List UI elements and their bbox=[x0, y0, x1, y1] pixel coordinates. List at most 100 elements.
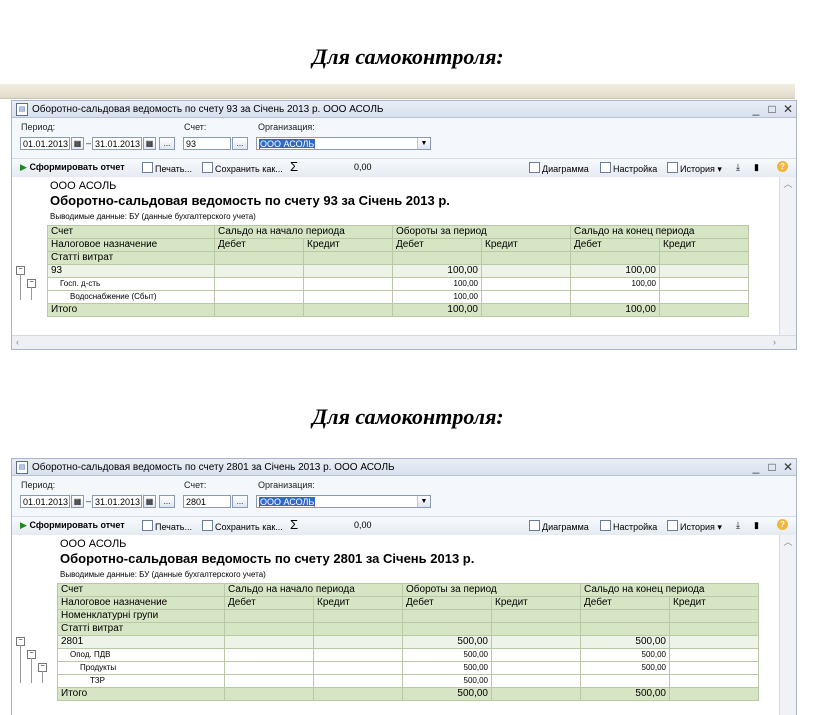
table-row[interactable]: Водоснабжение (Сбыт) 100,00 bbox=[47, 290, 749, 304]
history-button[interactable]: История ▾ bbox=[667, 162, 722, 175]
calendar-icon[interactable]: ▦ bbox=[143, 495, 156, 508]
period-select-button[interactable]: ... bbox=[159, 137, 175, 150]
vertical-scrollbar[interactable]: ︿ bbox=[779, 535, 796, 715]
close-icon[interactable]: ✕ bbox=[780, 102, 796, 116]
calendar-icon[interactable]: ▦ bbox=[71, 137, 84, 150]
column-header: Статті витрат bbox=[47, 251, 215, 265]
column-header: Дебет bbox=[214, 238, 304, 252]
flag-icon[interactable]: ▮ bbox=[754, 162, 759, 173]
help-icon[interactable]: ? bbox=[777, 161, 788, 172]
settings-button[interactable]: Настройка bbox=[600, 520, 657, 532]
table-header-row: Налоговое назначение Дебет Кредит Дебет … bbox=[47, 238, 749, 252]
total-label: Итого bbox=[47, 303, 215, 317]
tree-line bbox=[20, 645, 21, 683]
scroll-right-icon[interactable]: › bbox=[773, 337, 776, 347]
report-window-2801: ▤ Оборотно-сальдовая ведомость по счету … bbox=[11, 458, 797, 715]
diagram-button[interactable]: Диаграмма bbox=[529, 162, 589, 174]
pin-icon[interactable]: ⤓ bbox=[736, 520, 740, 531]
floppy-disk-icon bbox=[202, 520, 213, 531]
organization-value: ООО АСОЛЬ bbox=[259, 497, 316, 507]
column-header: Кредит bbox=[669, 596, 759, 610]
account-field[interactable]: 93 bbox=[183, 137, 231, 150]
diagram-button[interactable]: Диаграмма bbox=[529, 520, 589, 532]
column-header: Налоговое назначение bbox=[57, 596, 225, 610]
account-field[interactable]: 2801 bbox=[183, 495, 231, 508]
calendar-icon[interactable]: ▦ bbox=[143, 137, 156, 150]
generate-report-button[interactable]: ▶ Сформировать отчет bbox=[20, 162, 125, 173]
period-label: Период: bbox=[21, 480, 56, 490]
window-title: Оборотно-сальдовая ведомость по счету 28… bbox=[32, 461, 395, 473]
calendar-icon[interactable]: ▦ bbox=[71, 495, 84, 508]
table-row[interactable]: Опод. ПДВ 500,00 500,00 bbox=[57, 648, 759, 662]
turnover-debit: 500,00 bbox=[402, 648, 492, 662]
date-to-field[interactable]: 31.01.2013 bbox=[92, 495, 142, 508]
account-label: Счет: bbox=[184, 122, 207, 132]
column-header: Счет bbox=[57, 583, 225, 597]
date-to-field[interactable]: 31.01.2013 bbox=[92, 137, 142, 150]
table-row[interactable]: Продукты 500,00 500,00 bbox=[57, 661, 759, 675]
sigma-icon[interactable]: Σ bbox=[290, 517, 298, 532]
scroll-up-icon[interactable]: ︿ bbox=[780, 535, 796, 548]
table-header-row: Налоговое назначение Дебет Кредит Дебет … bbox=[57, 596, 759, 610]
generate-report-button[interactable]: ▶ Сформировать отчет bbox=[20, 520, 125, 531]
row-name: ТЗР bbox=[57, 674, 225, 688]
settings-button[interactable]: Настройка bbox=[600, 162, 657, 174]
row-name: 93 bbox=[47, 264, 215, 278]
table-header-row: Номенклатурні групи bbox=[57, 609, 759, 623]
column-header: Дебет bbox=[580, 596, 670, 610]
window-title: Оборотно-сальдовая ведомость по счету 93… bbox=[32, 103, 384, 115]
print-button[interactable]: Печать... bbox=[142, 162, 192, 174]
total-closing-debit: 500,00 bbox=[580, 687, 670, 701]
maximize-icon[interactable]: □ bbox=[764, 460, 780, 474]
table-header-row: Статті витрат bbox=[47, 251, 749, 265]
minimize-icon[interactable]: _ bbox=[748, 460, 764, 474]
closing-debit bbox=[570, 290, 660, 304]
flag-icon[interactable]: ▮ bbox=[754, 520, 759, 531]
close-icon[interactable]: ✕ bbox=[780, 460, 796, 474]
maximize-icon[interactable]: □ bbox=[764, 102, 780, 116]
row-name: 2801 bbox=[57, 635, 225, 649]
row-name: Водоснабжение (Сбыт) bbox=[47, 290, 215, 304]
column-header: Счет bbox=[47, 225, 215, 239]
period-select-button[interactable]: ... bbox=[159, 495, 175, 508]
table-row[interactable]: 2801 500,00 500,00 bbox=[57, 635, 759, 649]
vertical-scrollbar[interactable]: ︿ bbox=[779, 177, 796, 335]
report-title: Оборотно-сальдовая ведомость по счету 28… bbox=[60, 551, 475, 566]
account-select-button[interactable]: ... bbox=[232, 137, 248, 150]
account-select-button[interactable]: ... bbox=[232, 495, 248, 508]
save-as-button[interactable]: Сохранить как... bbox=[202, 162, 283, 174]
turnover-debit: 500,00 bbox=[402, 661, 492, 675]
table-header-row: Счет Сальдо на начало периода Обороты за… bbox=[57, 583, 759, 597]
window-titlebar: ▤ Оборотно-сальдовая ведомость по счету … bbox=[12, 101, 796, 118]
date-from-field[interactable]: 01.01.2013 bbox=[20, 137, 70, 150]
total-turnover-debit: 100,00 bbox=[392, 303, 482, 317]
total-label: Итого bbox=[57, 687, 225, 701]
scroll-up-icon[interactable]: ︿ bbox=[780, 177, 796, 190]
report-title: Оборотно-сальдовая ведомость по счету 93… bbox=[50, 193, 450, 208]
organization-field[interactable]: ООО АСОЛЬ ▼ bbox=[256, 495, 431, 508]
organization-field[interactable]: ООО АСОЛЬ ▼ bbox=[256, 137, 431, 150]
report-table: Счет Сальдо на начало периода Обороты за… bbox=[47, 225, 749, 317]
column-header: Номенклатурні групи bbox=[57, 609, 225, 623]
sigma-icon[interactable]: Σ bbox=[290, 159, 298, 174]
history-button[interactable]: История ▾ bbox=[667, 520, 722, 533]
chevron-down-icon[interactable]: ▼ bbox=[417, 496, 430, 507]
pin-icon[interactable]: ⤓ bbox=[736, 162, 740, 173]
table-row[interactable]: ТЗР 500,00 bbox=[57, 674, 759, 688]
minimize-icon[interactable]: _ bbox=[748, 102, 764, 116]
horizontal-scrollbar[interactable]: ‹ › bbox=[12, 335, 796, 349]
report-output-data: Выводимые данные: БУ (данные бухгалтерск… bbox=[60, 570, 266, 579]
chart-icon bbox=[529, 520, 540, 531]
save-as-button[interactable]: Сохранить как... bbox=[202, 520, 283, 532]
report-table: Счет Сальдо на начало периода Обороты за… bbox=[57, 583, 759, 701]
table-row[interactable]: 93 100,00 100,00 bbox=[47, 264, 749, 278]
scroll-left-icon[interactable]: ‹ bbox=[16, 337, 19, 347]
chevron-down-icon[interactable]: ▼ bbox=[417, 138, 430, 149]
turnover-debit: 500,00 bbox=[402, 635, 492, 649]
help-icon[interactable]: ? bbox=[777, 519, 788, 530]
play-icon: ▶ bbox=[20, 520, 27, 530]
date-from-field[interactable]: 01.01.2013 bbox=[20, 495, 70, 508]
print-button[interactable]: Печать... bbox=[142, 520, 192, 532]
table-row[interactable]: Госп. д-сть 100,00 100,00 bbox=[47, 277, 749, 291]
column-header: Кредит bbox=[481, 238, 571, 252]
